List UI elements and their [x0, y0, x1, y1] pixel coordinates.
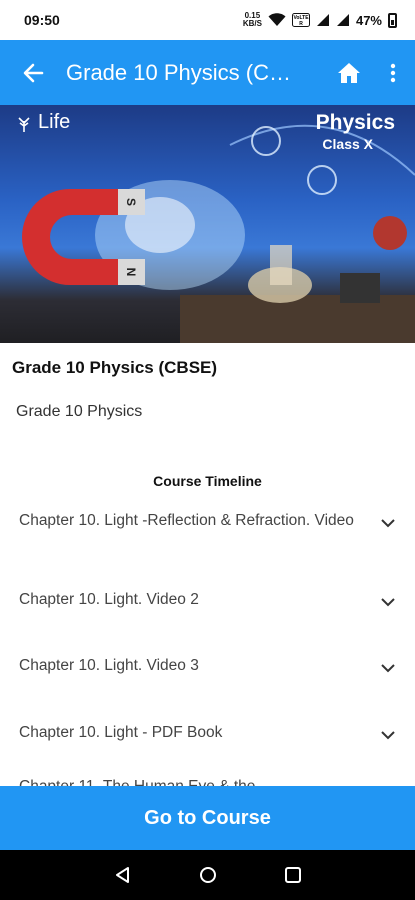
course-title: Grade 10 Physics (CBSE) — [12, 358, 218, 377]
status-icons: 0.15 KB/S VoLTE R 47% — [243, 12, 397, 28]
svg-text:R: R — [299, 21, 303, 27]
app-title: Grade 10 Physics (CBSE) — [66, 59, 321, 85]
chevron-down-icon[interactable] — [377, 724, 399, 746]
timeline-item-label: Chapter 10. Light -Reflection & Refracti… — [19, 512, 354, 529]
wifi-icon — [268, 13, 286, 26]
brand-logo: Life — [14, 111, 70, 134]
chevron-down-icon[interactable] — [377, 512, 399, 534]
svg-text:S: S — [124, 198, 138, 206]
nav-back-icon[interactable] — [114, 866, 132, 884]
back-button[interactable] — [0, 40, 66, 105]
app-bar: Grade 10 Physics (CBSE) — [0, 40, 415, 105]
timeline-item[interactable]: Chapter 10. Light -Reflection & Refracti… — [19, 509, 399, 534]
timeline-item[interactable]: Chapter 10. Light. Video 2 — [19, 588, 399, 613]
battery-percent: 47% — [355, 12, 382, 28]
timeline-item[interactable]: Chapter 10. Light. Video 3 — [19, 654, 399, 679]
nav-home-icon[interactable] — [199, 866, 217, 884]
system-nav-bar — [0, 850, 415, 900]
chevron-down-icon[interactable] — [377, 591, 399, 613]
timeline-item[interactable]: Chapter 10. Light - PDF Book — [19, 721, 399, 746]
brand-logo-text: Life — [38, 111, 71, 133]
timeline-item-label: Chapter 10. Light - PDF Book — [19, 724, 223, 741]
more-vert-icon — [390, 63, 396, 82]
battery-icon — [388, 12, 397, 28]
course-banner: S N Life Physics Class X — [0, 105, 415, 343]
net-speed: 0.15 KB/S — [242, 11, 262, 28]
tree-icon — [18, 116, 30, 132]
nav-recents-icon[interactable] — [284, 866, 302, 884]
timeline-item-label: Chapter 10. Light. Video 3 — [19, 657, 199, 674]
banner-subject: Physics — [315, 111, 395, 134]
volte-icon: VoLTE R — [291, 13, 310, 27]
status-time: 09:50 — [24, 12, 60, 28]
banner-class: Class X — [322, 136, 373, 152]
signal-icon — [336, 14, 349, 26]
more-options-button[interactable] — [371, 40, 415, 105]
home-icon — [338, 62, 360, 83]
go-to-course-button[interactable]: Go to Course — [0, 786, 415, 850]
status-bar: 09:50 0.15 KB/S VoLTE R 47% — [0, 0, 415, 40]
course-subtitle: Grade 10 Physics — [16, 403, 143, 420]
timeline-item-label: Chapter 10. Light. Video 2 — [19, 591, 199, 608]
signal-icon — [316, 14, 329, 26]
timeline-heading: Course Timeline — [153, 473, 262, 489]
chevron-down-icon[interactable] — [377, 657, 399, 679]
home-button[interactable] — [327, 40, 371, 105]
svg-text:N: N — [124, 268, 138, 277]
back-arrow-icon — [23, 63, 44, 82]
